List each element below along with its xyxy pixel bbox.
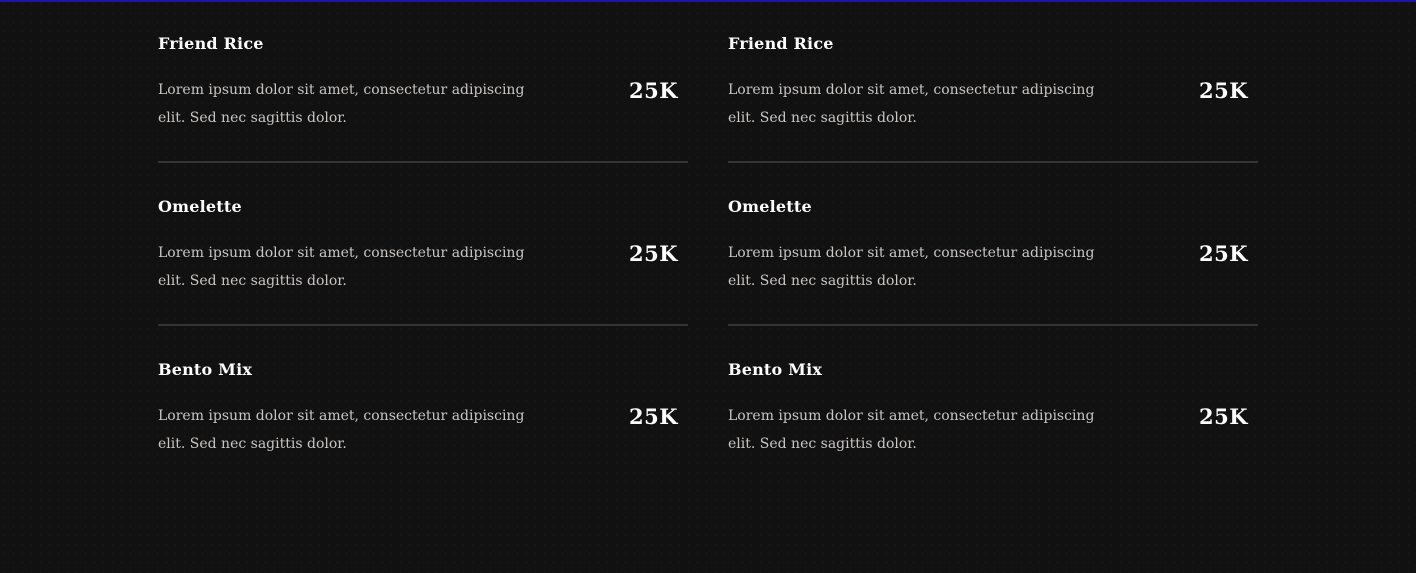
menu-item-name: Friend Rice — [728, 34, 834, 53]
menu-item: Bento Mix Lorem ipsum dolor sit amet, co… — [158, 326, 688, 489]
menu-item-description: Lorem ipsum dolor sit amet, consectetur … — [728, 245, 1095, 289]
menu-item-name: Bento Mix — [158, 360, 253, 379]
menu-item-description: Lorem ipsum dolor sit amet, consectetur … — [728, 408, 1095, 452]
menu-item: Friend Rice Lorem ipsum dolor sit amet, … — [158, 0, 688, 163]
menu-item-price: 25K — [1199, 404, 1248, 429]
menu-item-name: Omelette — [158, 197, 242, 216]
menu-item: Omelette Lorem ipsum dolor sit amet, con… — [158, 163, 688, 326]
menu-item-price: 25K — [629, 241, 678, 266]
menu-item-description: Lorem ipsum dolor sit amet, consectetur … — [158, 245, 525, 289]
menu-item-description: Lorem ipsum dolor sit amet, consectetur … — [728, 82, 1095, 126]
menu-item-price: 25K — [629, 78, 678, 103]
menu-item-name: Bento Mix — [728, 360, 823, 379]
menu-item-price: 25K — [1199, 241, 1248, 266]
menu-item-price: 25K — [1199, 78, 1248, 103]
menu-item: Omelette Lorem ipsum dolor sit amet, con… — [728, 163, 1258, 326]
menu-item-name: Omelette — [728, 197, 812, 216]
menu-item-description: Lorem ipsum dolor sit amet, consectetur … — [158, 408, 525, 452]
menu-item-description: Lorem ipsum dolor sit amet, consectetur … — [158, 82, 525, 126]
menu-item-name: Friend Rice — [158, 34, 264, 53]
menu-item: Friend Rice Lorem ipsum dolor sit amet, … — [728, 0, 1258, 163]
menu-item-price: 25K — [629, 404, 678, 429]
menu-item: Bento Mix Lorem ipsum dolor sit amet, co… — [728, 326, 1258, 489]
